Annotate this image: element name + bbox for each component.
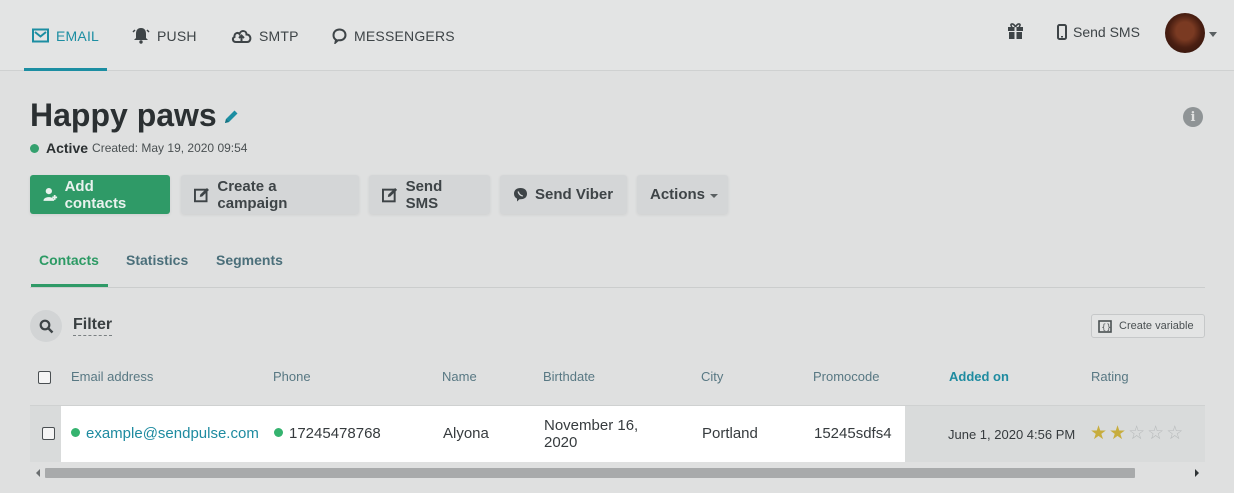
create-campaign-button[interactable]: Create a campaign [181, 175, 359, 214]
star-icon[interactable]: ☆ [1128, 424, 1145, 443]
edit-square-icon [194, 187, 209, 202]
select-all-checkbox[interactable] [38, 371, 51, 384]
row-checkbox[interactable] [42, 427, 55, 440]
scroll-left-icon[interactable] [36, 469, 40, 477]
status-row: Active Created: May 19, 2020 09:54 [30, 140, 247, 156]
scroll-right-icon[interactable] [1195, 469, 1199, 477]
column-rating[interactable]: Rating [1091, 369, 1129, 384]
create-variable-button[interactable]: {} Create variable [1091, 314, 1205, 338]
tabs-divider [30, 287, 1205, 288]
envelope-icon [32, 28, 49, 43]
search-icon [39, 319, 53, 333]
viber-icon [514, 188, 527, 202]
add-contacts-label: Add contacts [64, 177, 127, 212]
chevron-down-icon[interactable] [1209, 32, 1217, 37]
email-value: example@sendpulse.com [86, 425, 259, 442]
top-navigation: EMAIL PUSH SMTP MESSENGERS Send SMS [0, 0, 1234, 71]
cell-birthdate: November 16, 2020 [544, 417, 638, 451]
status-label: Active [46, 140, 89, 156]
chat-bubble-icon [332, 27, 347, 44]
gift-button[interactable] [1007, 22, 1024, 45]
tab-contacts[interactable]: Contacts [39, 252, 99, 268]
send-viber-label: Send Viber [535, 186, 614, 203]
horizontal-scrollbar[interactable] [30, 465, 1205, 480]
nav-push[interactable]: PUSH [132, 0, 197, 71]
send-sms-button[interactable]: Send SMS [369, 175, 490, 214]
cell-promocode: 15245sdfs4 [814, 425, 892, 442]
phone-status-dot [274, 428, 283, 437]
column-birthdate[interactable]: Birthdate [543, 369, 595, 384]
tab-segments[interactable]: Segments [216, 252, 283, 268]
cloud-upload-icon [231, 30, 252, 43]
scrollbar-thumb[interactable] [45, 468, 1135, 478]
svg-text:{}: {} [1101, 322, 1111, 331]
info-icon[interactable]: i [1183, 107, 1203, 127]
bell-icon [132, 28, 150, 44]
phone-value: 17245478768 [289, 425, 381, 442]
send-sms-label: Send SMS [405, 177, 443, 212]
email-status-dot [71, 428, 80, 437]
star-icon[interactable]: ★ [1109, 424, 1126, 443]
rating-stars[interactable]: ★ ★ ☆ ☆ ☆ [1090, 424, 1183, 443]
actions-dropdown[interactable]: Actions [637, 175, 728, 214]
edit-square-icon [382, 187, 398, 202]
filter-search-button[interactable] [30, 310, 62, 342]
star-icon[interactable]: ★ [1090, 424, 1107, 443]
top-send-sms-label: Send SMS [1073, 24, 1140, 40]
cell-email[interactable]: example@sendpulse.com [71, 425, 259, 442]
birthdate-line1: November 16, [544, 417, 639, 434]
page-title: Happy paws [30, 97, 217, 133]
nav-email[interactable]: EMAIL [23, 0, 108, 71]
nav-smtp-label: SMTP [259, 27, 299, 44]
top-send-sms-link[interactable]: Send SMS [1057, 0, 1140, 64]
nav-messengers-label: MESSENGERS [354, 27, 455, 44]
cell-city: Portland [702, 425, 758, 442]
column-added-on[interactable]: Added on [949, 369, 1009, 384]
column-email[interactable]: Email address [71, 369, 153, 384]
column-name[interactable]: Name [442, 369, 477, 384]
phone-icon [1057, 24, 1067, 40]
actions-label: Actions [650, 186, 706, 203]
nav-email-label: EMAIL [56, 27, 100, 44]
star-icon[interactable]: ☆ [1166, 424, 1183, 443]
birthdate-line2: 2020 [544, 434, 578, 451]
cell-name: Alyona [443, 425, 489, 442]
add-user-icon [43, 187, 58, 201]
send-viber-button[interactable]: Send Viber [500, 175, 627, 214]
create-variable-label: Create variable [1119, 320, 1194, 332]
nav-smtp[interactable]: SMTP [231, 0, 299, 71]
column-promocode[interactable]: Promocode [813, 369, 879, 384]
user-avatar[interactable] [1165, 13, 1205, 53]
gift-icon [1008, 23, 1023, 39]
add-contacts-button[interactable]: Add contacts [30, 175, 170, 214]
filter-link[interactable]: Filter [73, 316, 113, 336]
star-icon[interactable]: ☆ [1147, 424, 1164, 443]
cell-added-on: June 1, 2020 4:56 PM [948, 427, 1076, 442]
cell-phone: 17245478768 [274, 425, 381, 442]
status-dot [30, 143, 39, 153]
tab-statistics[interactable]: Statistics [126, 252, 188, 268]
created-date: Created: May 19, 2020 09:54 [92, 141, 248, 155]
active-tab-indicator [31, 284, 108, 287]
pencil-icon[interactable] [222, 108, 240, 131]
create-campaign-label: Create a campaign [217, 177, 288, 212]
column-phone[interactable]: Phone [273, 369, 311, 384]
nav-messengers[interactable]: MESSENGERS [332, 0, 455, 71]
column-city[interactable]: City [701, 369, 723, 384]
chevron-down-icon [710, 193, 719, 198]
nav-push-label: PUSH [157, 27, 197, 44]
variable-icon: {} [1098, 319, 1112, 333]
